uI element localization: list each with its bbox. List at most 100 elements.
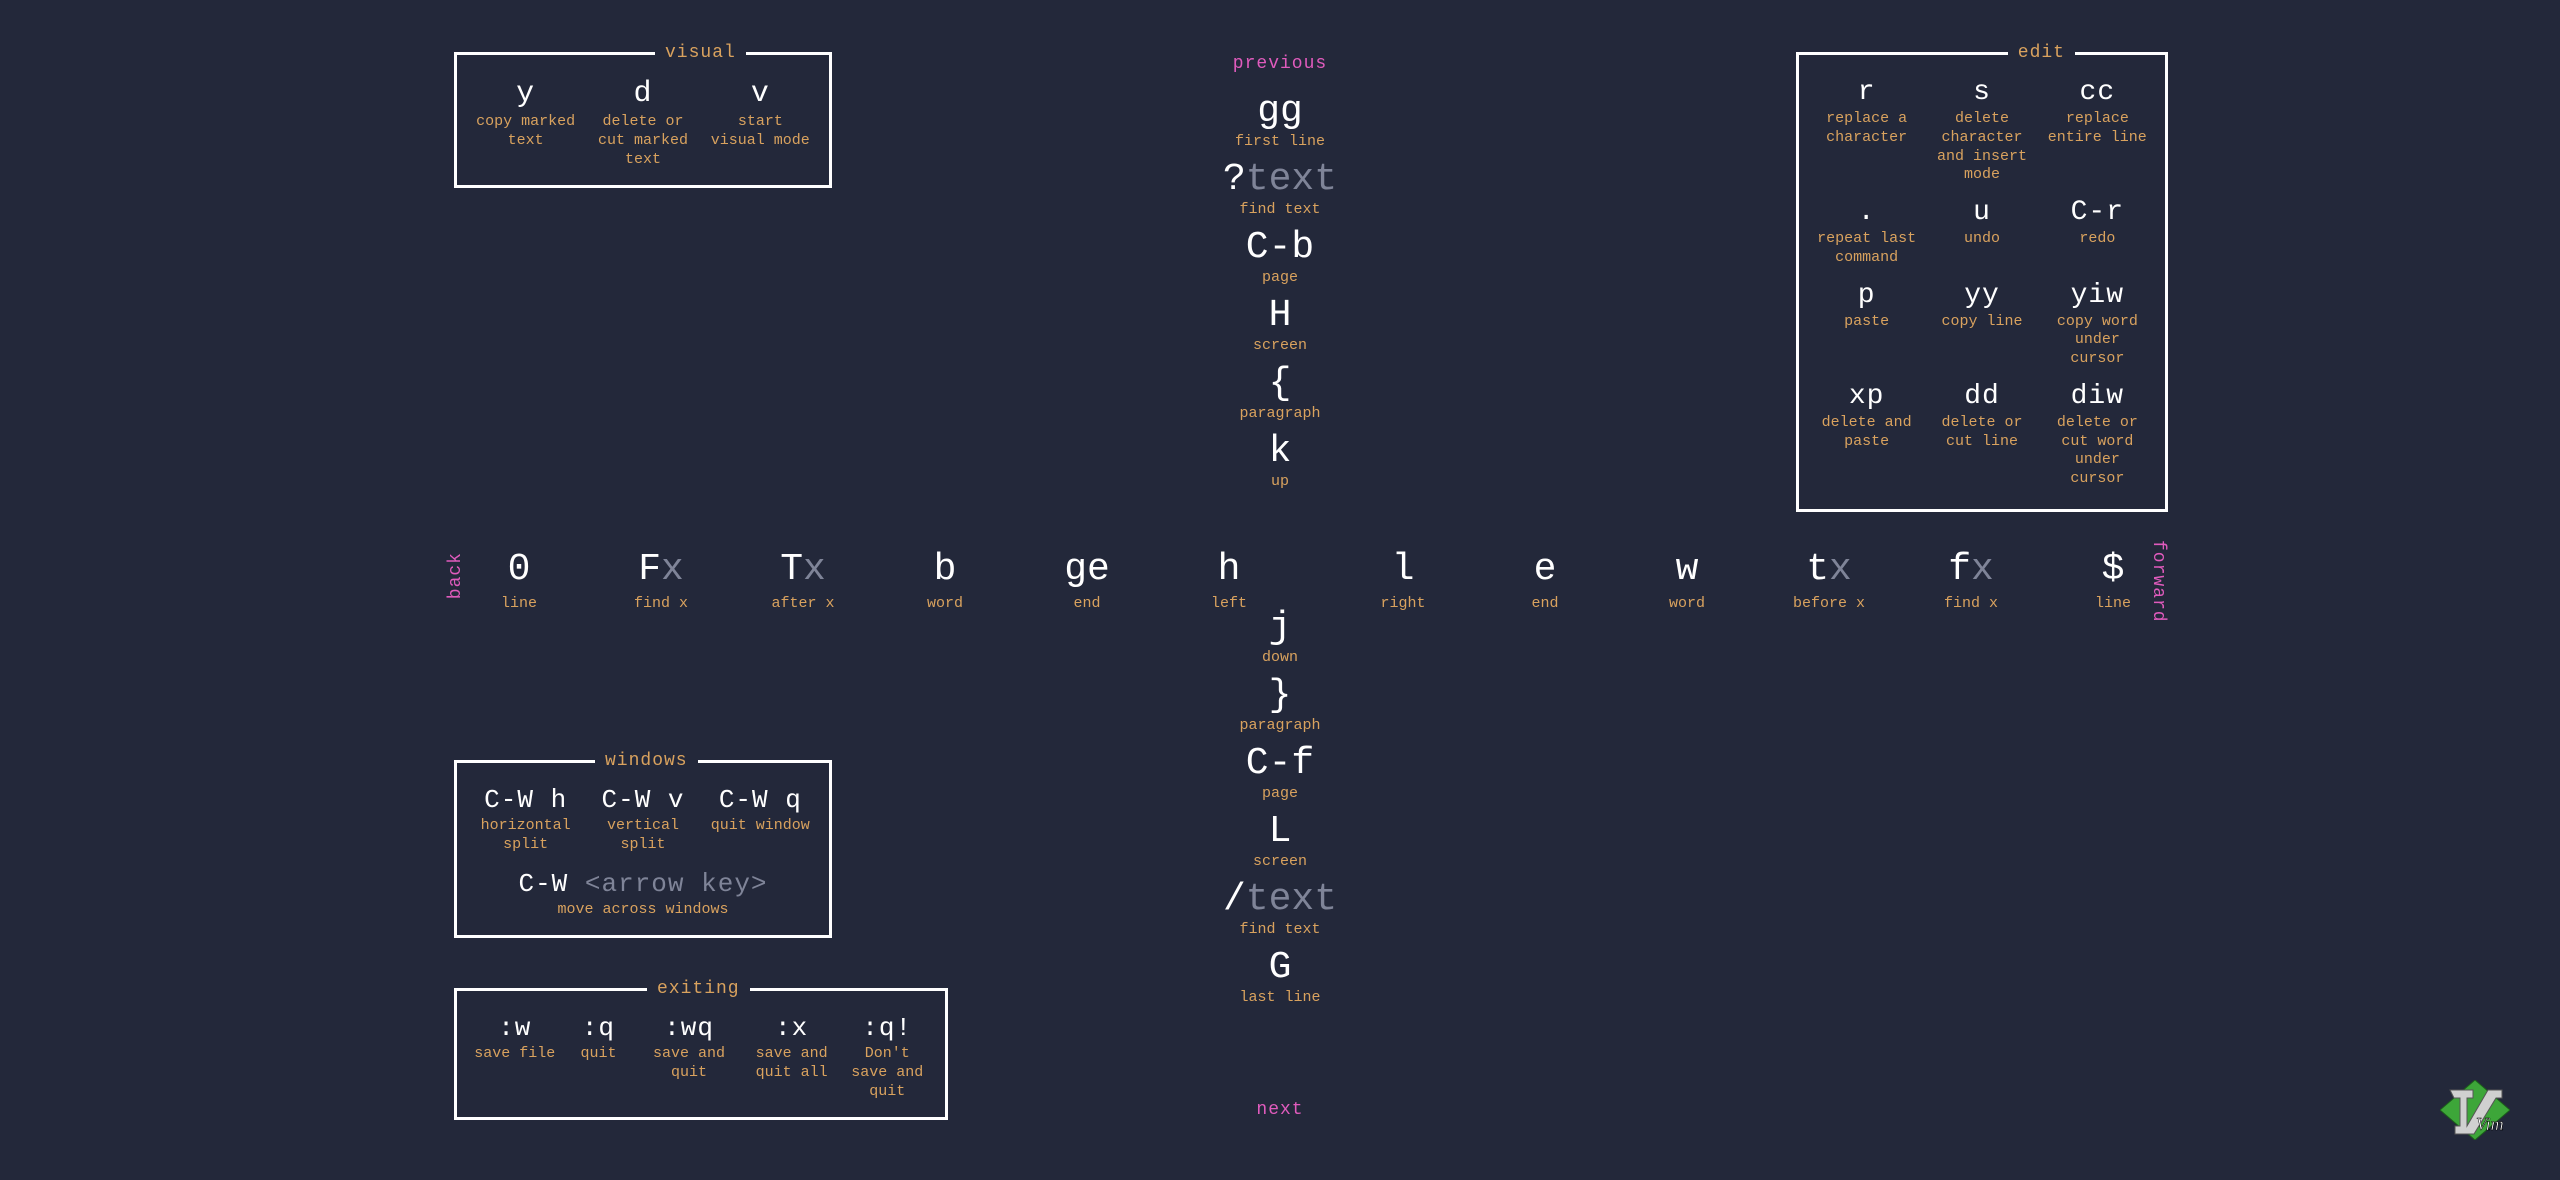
desc: find x — [1926, 595, 2016, 612]
desc: copy marked text — [473, 113, 578, 151]
key: s — [1930, 77, 2033, 108]
desc: move across windows — [473, 901, 813, 920]
visual-item: v start visual mode — [702, 73, 819, 173]
motion-item: }paragraph — [1223, 674, 1337, 734]
motion-item: Hscreen — [1223, 294, 1337, 354]
key: v — [708, 77, 813, 111]
desc: left — [1184, 595, 1274, 612]
visual-item: y copy marked text — [467, 73, 584, 173]
desc: copy line — [1930, 313, 2033, 332]
motion-item: $line — [2068, 548, 2158, 612]
key: gg — [1223, 90, 1337, 133]
desc: end — [1500, 595, 1590, 612]
exiting-item: :q quit — [563, 1009, 635, 1105]
key: cc — [2046, 77, 2149, 108]
motion-item: hleft — [1184, 548, 1274, 612]
key: yiw — [2046, 280, 2149, 311]
edit-item: sdelete character and insert mode — [1924, 73, 2039, 189]
motion-item: /textfind text — [1223, 878, 1337, 938]
desc: word — [900, 595, 990, 612]
edit-item: ccreplace entire line — [2040, 73, 2155, 189]
key: C-W h — [473, 785, 578, 815]
desc: quit window — [708, 817, 813, 836]
desc: right — [1358, 595, 1448, 612]
desc: horizontal split — [473, 817, 578, 855]
motion-item: C-fpage — [1223, 742, 1337, 802]
key: l — [1358, 548, 1448, 591]
key: . — [1815, 197, 1918, 228]
edit-item: xpdelete and paste — [1809, 377, 1924, 493]
key: $ — [2068, 548, 2158, 591]
desc: replace a character — [1815, 110, 1918, 148]
desc: copy word under cursor — [2046, 313, 2149, 369]
exiting-item: :w save file — [467, 1009, 563, 1105]
edit-item: dddelete or cut line — [1924, 377, 2039, 493]
desc: find text — [1223, 201, 1337, 218]
windows-box: windows C-W h horizontal split C-W v ver… — [454, 760, 832, 938]
motion-item: C-bpage — [1223, 226, 1337, 286]
motion-item: jdown — [1223, 606, 1337, 666]
edit-item: .repeat last command — [1809, 193, 1924, 272]
key: d — [590, 77, 695, 111]
key: ge — [1042, 548, 1132, 591]
desc: save and quit all — [750, 1045, 834, 1083]
visual-title: visual — [655, 43, 746, 63]
desc: redo — [2046, 230, 2149, 249]
axis-next: next — [1256, 1100, 1303, 1120]
exiting-item: :x save and quit all — [744, 1009, 840, 1105]
motion-item: 0line — [474, 548, 564, 612]
desc: paragraph — [1223, 405, 1337, 422]
desc: save file — [473, 1045, 557, 1064]
motion-item: bword — [900, 548, 990, 612]
exiting-item: :wq save and quit — [634, 1009, 744, 1105]
motion-item: l right — [1358, 548, 1448, 612]
visual-item: d delete or cut marked text — [584, 73, 701, 173]
key: w — [1642, 548, 1732, 591]
motion-item: ge end — [1042, 548, 1132, 612]
key: :w — [473, 1013, 557, 1043]
desc: undo — [1930, 230, 2033, 249]
edit-title: edit — [2008, 43, 2075, 63]
horizontal-left-group: 0lineFxfind xTxafter xbwordgeendhleft — [474, 548, 1274, 612]
desc: end — [1042, 595, 1132, 612]
horizontal-right-group: lrighteendwwordtxbefore xfxfind x$line — [1358, 548, 2158, 612]
motion-item: e end — [1500, 548, 1590, 612]
motion-item: fxfind x — [1926, 548, 2016, 612]
desc: page — [1223, 269, 1337, 286]
desc: delete and paste — [1815, 414, 1918, 452]
edit-item: rreplace a character — [1809, 73, 1924, 189]
edit-item: C-rredo — [2040, 193, 2155, 272]
desc: paste — [1815, 313, 1918, 332]
windows-item: C-W v vertical split — [584, 781, 701, 859]
axis-back: back — [446, 552, 466, 599]
motion-item: {paragraph — [1223, 362, 1337, 422]
motion-item: ggfirst line — [1223, 90, 1337, 150]
key: k — [1223, 430, 1337, 473]
edit-item: ppaste — [1809, 276, 1924, 373]
key: :q! — [845, 1013, 929, 1043]
desc: page — [1223, 785, 1337, 802]
key: ?text — [1223, 158, 1337, 201]
key: e — [1500, 548, 1590, 591]
key: tx — [1784, 548, 1874, 591]
motion-item: ?textfind text — [1223, 158, 1337, 218]
windows-item-move: C-W <arrow key> move across windows — [467, 865, 819, 924]
desc: find text — [1223, 921, 1337, 938]
motion-item: txbefore x — [1784, 548, 1874, 612]
exiting-title: exiting — [647, 979, 750, 999]
axis-previous: previous — [1233, 54, 1327, 74]
key: diw — [2046, 381, 2149, 412]
desc: screen — [1223, 853, 1337, 870]
key: Tx — [758, 548, 848, 591]
key: y — [473, 77, 578, 111]
windows-item: C-W q quit window — [702, 781, 819, 859]
edit-item: uundo — [1924, 193, 2039, 272]
key: :x — [750, 1013, 834, 1043]
key: xp — [1815, 381, 1918, 412]
desc: find x — [616, 595, 706, 612]
windows-title: windows — [595, 751, 698, 771]
desc: delete or cut marked text — [590, 113, 695, 169]
motion-item: kup — [1223, 430, 1337, 490]
edit-item: yiwcopy word under cursor — [2040, 276, 2155, 373]
key: L — [1223, 810, 1337, 853]
